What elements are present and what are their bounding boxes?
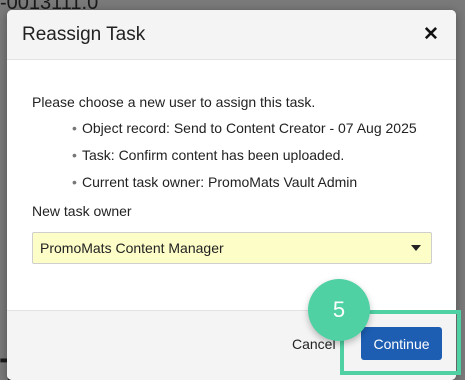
bullet-icon: • [72, 120, 77, 136]
new-task-owner-label: New task owner [32, 203, 132, 219]
reassign-task-dialog: Reassign Task ✕ Please choose a new user… [7, 10, 456, 380]
dialog-footer: Cancel Continue [7, 310, 456, 380]
detail-object-record: Object record: Send to Content Creator -… [82, 120, 417, 136]
select-value: PromoMats Content Manager [40, 240, 224, 256]
task-details-list: • Object record: Send to Content Creator… [32, 120, 432, 191]
bullet-icon: • [72, 147, 77, 163]
intro-text: Please choose a new user to assign this … [32, 94, 316, 110]
close-icon[interactable]: ✕ [420, 24, 442, 46]
bullet-icon: • [72, 174, 77, 190]
detail-current-owner: Current task owner: PromoMats Vault Admi… [82, 174, 358, 190]
chevron-down-icon [411, 245, 421, 251]
list-item: • Current task owner: PromoMats Vault Ad… [72, 174, 432, 191]
continue-button[interactable]: Continue [361, 327, 442, 360]
new-task-owner-select[interactable]: PromoMats Content Manager [32, 232, 432, 264]
detail-task: Task: Confirm content has been uploaded. [82, 147, 345, 163]
dialog-title: Reassign Task [22, 23, 146, 45]
list-item: • Task: Confirm content has been uploade… [72, 147, 432, 164]
dialog-header: Reassign Task ✕ [7, 10, 456, 60]
step-number-badge: 5 [308, 279, 370, 341]
list-item: • Object record: Send to Content Creator… [72, 120, 432, 137]
dialog-body: Please choose a new user to assign this … [7, 60, 456, 264]
